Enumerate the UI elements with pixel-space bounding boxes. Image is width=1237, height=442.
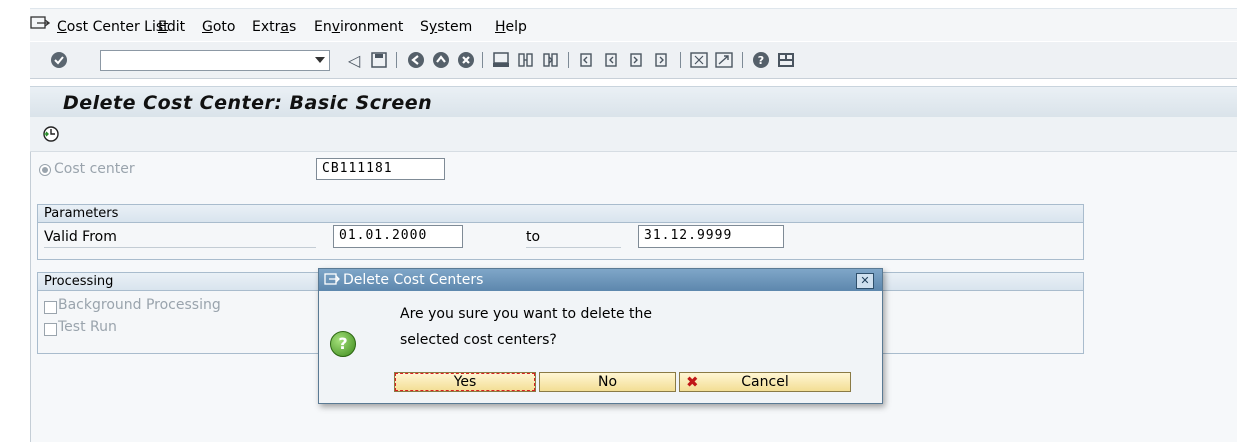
back-icon[interactable]: ◁ — [343, 50, 365, 70]
valid-from-label: Valid From — [44, 229, 117, 245]
last-page-icon[interactable] — [651, 50, 673, 70]
dialog-message-line-2: selected cost centers? — [400, 332, 557, 348]
menu-bar: Cost Center List Edit Goto Extras Enviro… — [30, 8, 1237, 41]
enter-icon[interactable] — [48, 50, 70, 70]
label-underline — [526, 247, 621, 248]
exit-icon[interactable] — [430, 50, 452, 70]
dialog-title-bar[interactable]: Delete Cost Centers ✕ — [319, 269, 882, 291]
menu-help[interactable]: Help — [495, 19, 527, 35]
question-icon: ? — [330, 331, 356, 357]
first-page-icon[interactable] — [576, 50, 598, 70]
background-processing-label: Background Processing — [58, 297, 221, 313]
cancel-icon[interactable] — [455, 50, 477, 70]
toolbar-separator — [742, 52, 743, 68]
no-button-label: No — [597, 374, 618, 390]
help-icon[interactable]: ? — [750, 50, 772, 70]
valid-from-input[interactable]: 01.01.2000 — [333, 225, 463, 248]
back-green-icon[interactable] — [405, 50, 427, 70]
toolbar-separator — [568, 52, 569, 68]
page-title: Delete Cost Center: Basic Screen — [63, 92, 433, 114]
no-button[interactable]: No — [539, 372, 676, 392]
execute-icon[interactable] — [42, 125, 60, 143]
dialog-window-icon — [324, 273, 340, 285]
application-toolbar — [30, 117, 1237, 152]
layout-icon[interactable] — [775, 50, 797, 70]
valid-to-input[interactable]: 31.12.9999 — [638, 225, 784, 248]
menu-environment[interactable]: Environment — [314, 19, 403, 35]
cancel-button-label: Cancel — [741, 374, 789, 390]
menu-exit-icon[interactable] — [30, 16, 50, 32]
cost-center-input[interactable]: CB111181 — [316, 158, 445, 180]
menu-extras[interactable]: Extras — [252, 19, 296, 35]
menu-edit[interactable]: Edit — [158, 19, 185, 35]
menu-goto[interactable]: Goto — [202, 19, 235, 35]
find-next-icon[interactable] — [540, 50, 562, 70]
close-icon[interactable]: ✕ — [856, 273, 874, 289]
cancel-x-icon: ✖ — [686, 373, 699, 391]
menu-cost-center-list[interactable]: Cost Center List — [57, 19, 169, 35]
previous-page-icon[interactable] — [601, 50, 623, 70]
cost-center-radio[interactable] — [39, 164, 51, 176]
standard-toolbar: ◁ ? — [30, 42, 1237, 79]
test-run-checkbox[interactable] — [44, 323, 57, 336]
toolbar-separator — [396, 52, 397, 68]
processing-group-title: Processing — [44, 274, 114, 289]
chevron-down-icon[interactable] — [315, 57, 325, 63]
command-field[interactable] — [100, 50, 330, 71]
cost-center-label: Cost center — [54, 161, 135, 177]
to-label: to — [526, 229, 541, 245]
dialog-title: Delete Cost Centers — [343, 272, 484, 288]
label-underline — [44, 247, 316, 248]
screen-title-bar: Delete Cost Center: Basic Screen — [30, 86, 1237, 117]
parameters-group-title: Parameters — [44, 206, 119, 221]
toolbar-separator — [680, 52, 681, 68]
background-processing-checkbox[interactable] — [44, 301, 57, 314]
print-icon[interactable] — [490, 50, 512, 70]
find-icon[interactable] — [515, 50, 537, 70]
toolbar-separator — [482, 52, 483, 68]
yes-button-label: Yes — [453, 374, 477, 390]
save-icon[interactable] — [368, 50, 390, 70]
next-page-icon[interactable] — [626, 50, 648, 70]
parameters-group: Parameters Valid From 01.01.2000 to 31.1… — [37, 204, 1084, 260]
test-run-label: Test Run — [58, 319, 117, 335]
dialog-message-line-1: Are you sure you want to delete the — [400, 306, 652, 322]
create-session-icon[interactable] — [688, 50, 710, 70]
cancel-button[interactable]: ✖ Cancel — [679, 372, 851, 392]
menu-system[interactable]: System — [420, 19, 472, 35]
yes-button[interactable]: Yes — [394, 372, 536, 392]
svg-text:?: ? — [758, 54, 764, 67]
confirm-delete-dialog: Delete Cost Centers ✕ ? Are you sure you… — [318, 268, 883, 404]
shortcut-icon[interactable] — [713, 50, 735, 70]
